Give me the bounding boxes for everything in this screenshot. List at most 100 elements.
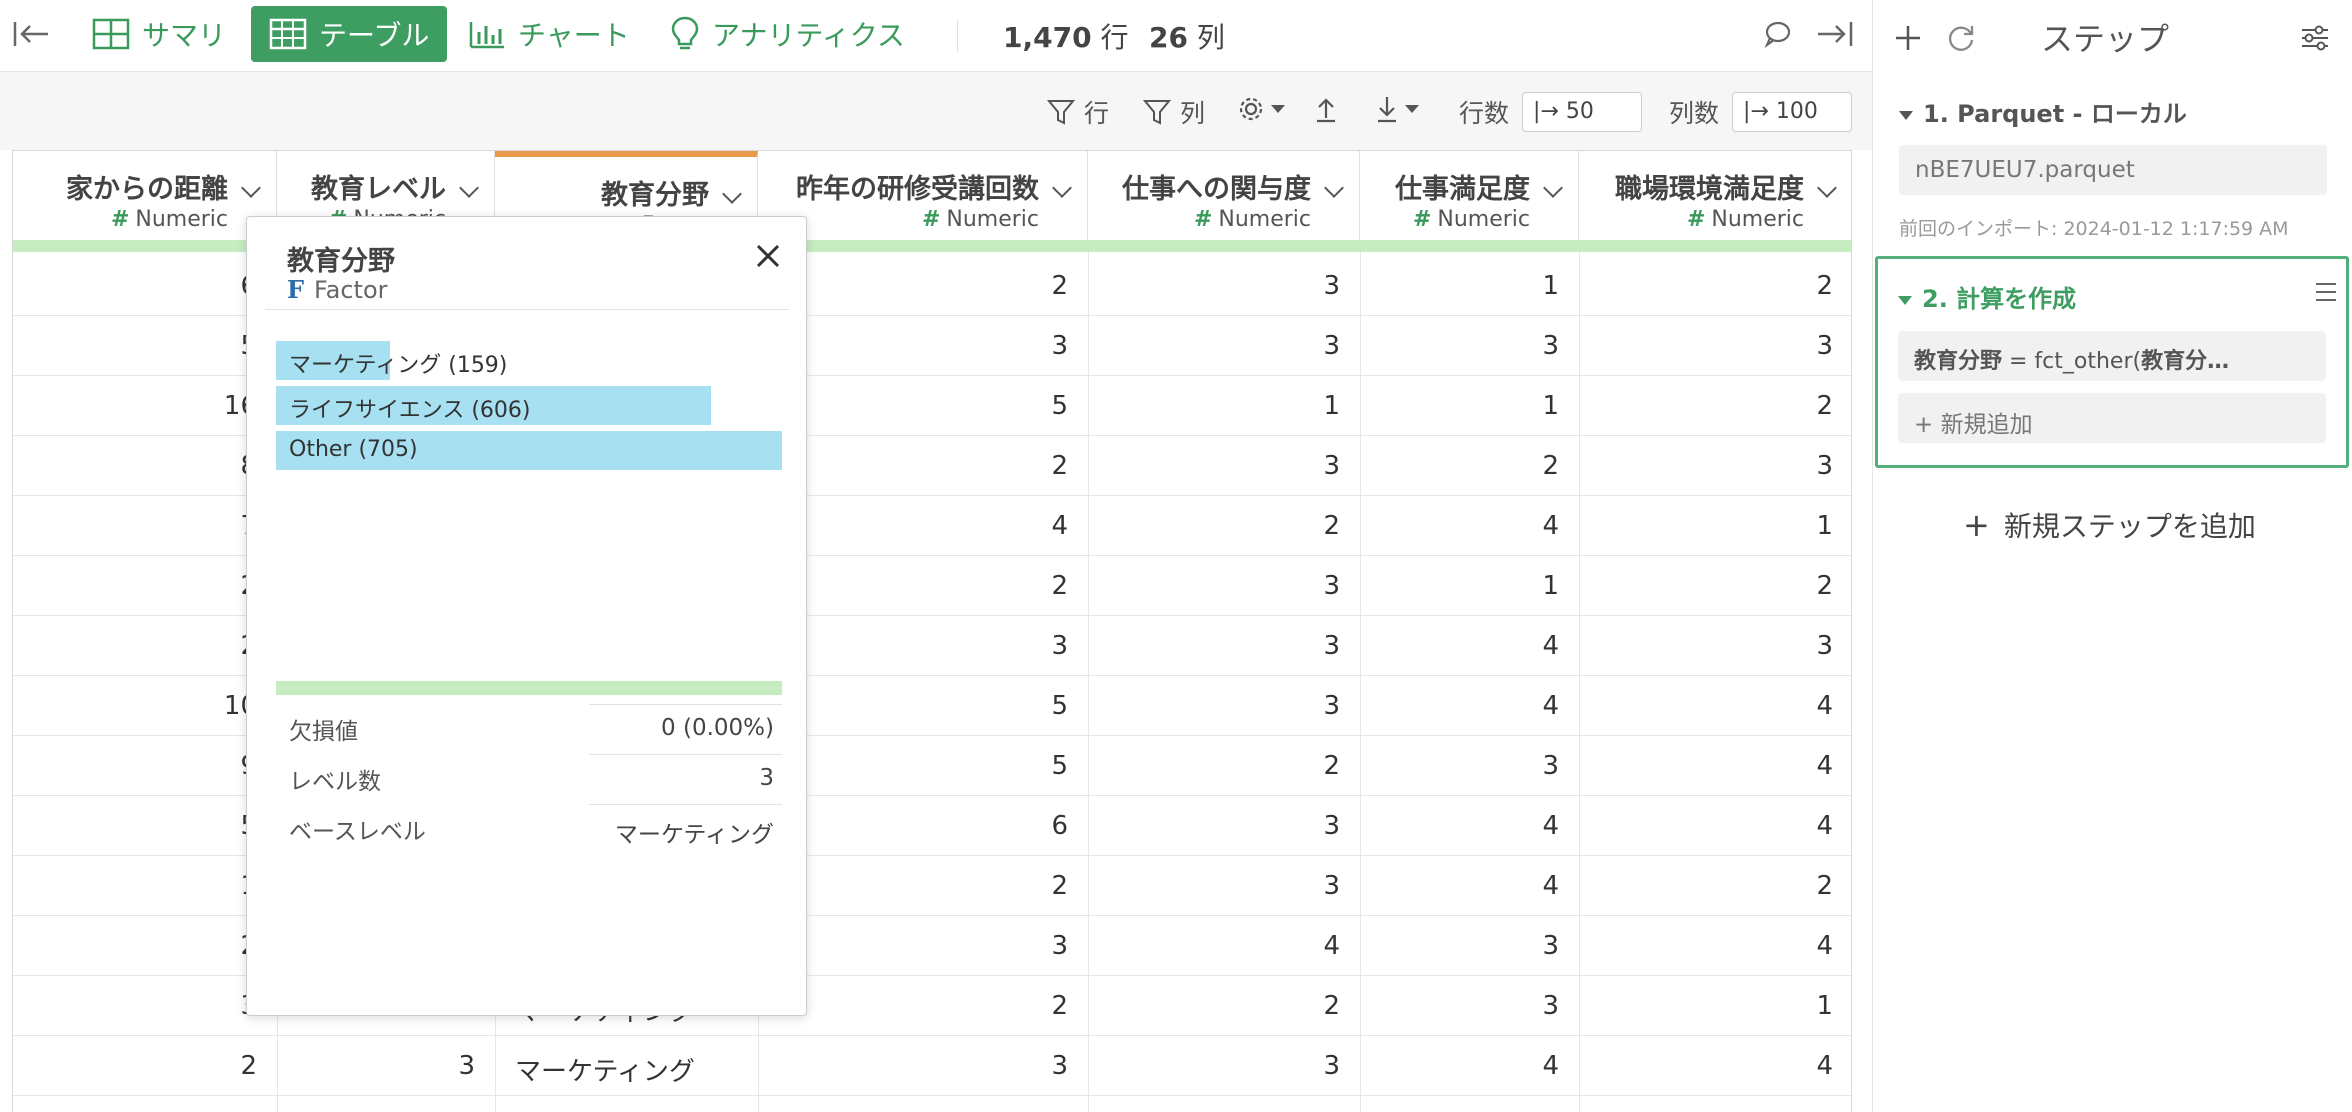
sort-asc-button[interactable] bbox=[1313, 94, 1339, 124]
table-cell[interactable]: 7 bbox=[13, 511, 257, 541]
chevron-down-icon[interactable] bbox=[1324, 178, 1344, 198]
table-cell[interactable]: 16 bbox=[13, 391, 257, 421]
table-cell[interactable]: 4 bbox=[1579, 691, 1833, 721]
table-cell[interactable]: 5 bbox=[13, 331, 257, 361]
plus-icon bbox=[1896, 26, 1920, 50]
table-cell[interactable]: 1 bbox=[1088, 391, 1340, 421]
row-filter-button[interactable]: 行 bbox=[1046, 94, 1109, 130]
chevron-down-icon[interactable] bbox=[241, 178, 261, 198]
table-cell[interactable]: 4 bbox=[1088, 931, 1340, 961]
table-cell[interactable]: 2 bbox=[1579, 391, 1833, 421]
table-cell[interactable]: 1 bbox=[1579, 511, 1833, 541]
table-cell[interactable]: 3 bbox=[1088, 631, 1340, 661]
table-cell[interactable]: 3 bbox=[277, 1051, 475, 1081]
table-cell[interactable]: 1 bbox=[1360, 271, 1559, 301]
table-cell[interactable]: 2 bbox=[13, 1051, 257, 1081]
panel-settings-button[interactable] bbox=[2299, 10, 2343, 66]
step-1-title[interactable]: 1. Parquet - ローカル bbox=[1899, 94, 2187, 129]
table-cell[interactable]: 3 bbox=[1579, 331, 1833, 361]
tab-chart[interactable]: チャート bbox=[468, 6, 630, 62]
chevron-down-icon[interactable] bbox=[1052, 178, 1072, 198]
table-cell[interactable]: 4 bbox=[1360, 871, 1559, 901]
col-filter-button[interactable]: 列 bbox=[1142, 94, 1205, 130]
table-cell[interactable]: 3 bbox=[1088, 871, 1340, 901]
table-cell[interactable]: 4 bbox=[1360, 631, 1559, 661]
table-cell[interactable]: 5 bbox=[13, 811, 257, 841]
column-header[interactable]: 家からの距離 # Numeric bbox=[13, 151, 277, 240]
table-cell[interactable]: 4 bbox=[1579, 751, 1833, 781]
chevron-down-icon[interactable] bbox=[722, 184, 742, 204]
table-cell[interactable]: 3 bbox=[13, 991, 257, 1021]
table-cell[interactable]: 3 bbox=[1088, 331, 1340, 361]
step-2-title[interactable]: 2. 計算を作成 bbox=[1898, 279, 2076, 314]
chevron-down-icon[interactable] bbox=[459, 178, 479, 198]
collapse-left-button[interactable] bbox=[12, 6, 62, 62]
table-cell[interactable]: 4 bbox=[1579, 811, 1833, 841]
step-menu-button[interactable] bbox=[2314, 281, 2338, 307]
refresh-button[interactable] bbox=[1945, 10, 1989, 66]
table-cell[interactable]: 3 bbox=[1088, 691, 1340, 721]
table-cell[interactable]: 2 bbox=[1088, 511, 1340, 541]
step-2-card[interactable]: 2. 計算を作成 教育分野 = fct_other(教育分… + 新規追加 bbox=[1875, 256, 2349, 468]
table-cell[interactable]: 2 bbox=[1579, 571, 1833, 601]
table-cell[interactable]: 2 bbox=[1579, 871, 1833, 901]
table-cell[interactable]: 2 bbox=[1088, 751, 1340, 781]
table-cell[interactable]: 2 bbox=[1579, 271, 1833, 301]
table-cell[interactable]: 2 bbox=[13, 631, 257, 661]
chevron-down-icon[interactable] bbox=[1817, 178, 1837, 198]
table-cell[interactable]: 2 bbox=[13, 931, 257, 961]
table-cell[interactable]: 4 bbox=[1360, 691, 1559, 721]
tab-analytics[interactable]: アナリティクス bbox=[670, 6, 905, 62]
table-cell[interactable]: 3 bbox=[758, 1051, 1068, 1081]
table-cell[interactable]: 9 bbox=[13, 751, 257, 781]
table-cell[interactable]: 8 bbox=[13, 451, 257, 481]
column-header[interactable]: 昨年の研修受講回数 # Numeric bbox=[758, 151, 1088, 240]
table-cell[interactable]: 3 bbox=[1360, 991, 1559, 1021]
rows-limit-input[interactable]: |→ 50 bbox=[1522, 92, 1642, 132]
table-cell[interactable]: 2 bbox=[1360, 451, 1559, 481]
table-cell[interactable]: 3 bbox=[1088, 811, 1340, 841]
table-cell[interactable]: 2 bbox=[1088, 991, 1340, 1021]
table-cell[interactable]: 3 bbox=[1360, 751, 1559, 781]
column-name: 仕事への関与度 bbox=[1122, 174, 1311, 205]
table-cell[interactable]: 3 bbox=[1088, 451, 1340, 481]
sort-desc-button[interactable] bbox=[1374, 94, 1420, 124]
table-cell[interactable]: 1 bbox=[1360, 391, 1559, 421]
table-cell[interactable]: 3 bbox=[1088, 271, 1340, 301]
table-cell[interactable]: 3 bbox=[1579, 631, 1833, 661]
table-cell[interactable]: 3 bbox=[1360, 331, 1559, 361]
tab-table[interactable]: テーブル bbox=[251, 6, 448, 62]
table-cell[interactable]: 3 bbox=[1579, 451, 1833, 481]
chevron-down-icon[interactable] bbox=[1543, 178, 1563, 198]
table-cell[interactable]: 2 bbox=[13, 571, 257, 601]
table-cell[interactable]: 4 bbox=[1360, 511, 1559, 541]
add-new-calc-button[interactable]: + 新規追加 bbox=[1898, 393, 2326, 443]
table-cell[interactable]: 3 bbox=[1088, 571, 1340, 601]
table-cell[interactable]: 1 bbox=[13, 871, 257, 901]
collapse-right-button[interactable] bbox=[1816, 6, 1866, 62]
tab-summary[interactable]: サマリ bbox=[92, 6, 226, 62]
calc-formula[interactable]: 教育分野 = fct_other(教育分… bbox=[1898, 331, 2326, 381]
table-cell[interactable]: 1 bbox=[1360, 571, 1559, 601]
table-cell[interactable]: 4 bbox=[1579, 1051, 1833, 1081]
table-cell[interactable]: マーケティング bbox=[515, 1051, 695, 1088]
add-button[interactable] bbox=[1893, 10, 1935, 66]
column-header[interactable]: 職場環境満足度 # Numeric bbox=[1579, 151, 1851, 240]
column-header[interactable]: 仕事への関与度 # Numeric bbox=[1088, 151, 1360, 240]
settings-menu-button[interactable] bbox=[1236, 94, 1286, 124]
table-cell[interactable]: 3 bbox=[1360, 931, 1559, 961]
close-button[interactable] bbox=[753, 241, 783, 271]
table-cell[interactable]: 4 bbox=[1579, 931, 1833, 961]
add-step-button[interactable]: + 新規ステップを追加 bbox=[1963, 505, 2256, 545]
table-cell[interactable]: 6 bbox=[13, 271, 257, 301]
calc-column: 教育分野 bbox=[1914, 349, 2003, 374]
table-cell[interactable]: 4 bbox=[1360, 1051, 1559, 1081]
file-name-field[interactable]: nBE7UEU7.parquet bbox=[1899, 145, 2327, 195]
comment-button[interactable] bbox=[1762, 6, 1804, 62]
table-cell[interactable]: 1 bbox=[1579, 991, 1833, 1021]
cols-limit-input[interactable]: |→ 100 bbox=[1732, 92, 1852, 132]
table-cell[interactable]: 3 bbox=[1088, 1051, 1340, 1081]
table-cell[interactable]: 10 bbox=[13, 691, 257, 721]
column-header[interactable]: 仕事満足度 # Numeric bbox=[1360, 151, 1579, 240]
table-cell[interactable]: 4 bbox=[1360, 811, 1559, 841]
